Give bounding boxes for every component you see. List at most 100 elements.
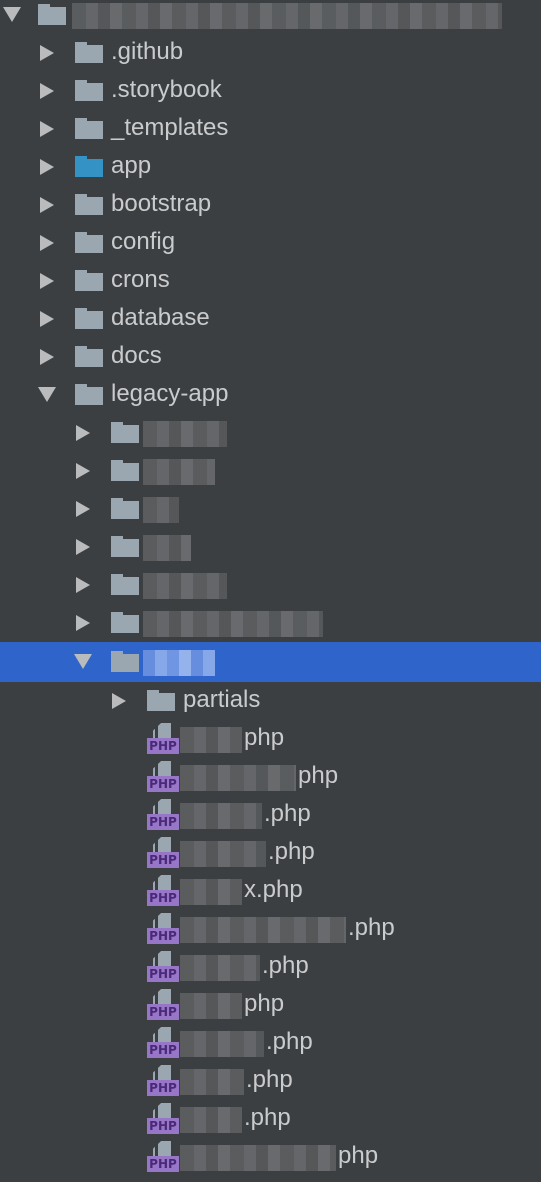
redacted-label	[180, 803, 262, 829]
php-badge: PHP	[147, 966, 179, 982]
php-badge: PHP	[147, 1156, 179, 1172]
tree-item-label: partials	[183, 686, 261, 714]
tree-item-label: .github	[111, 38, 184, 66]
tree-row-partials[interactable]: partials	[0, 682, 541, 720]
chevron-right-icon[interactable]	[40, 121, 54, 137]
redacted-label	[180, 1145, 336, 1171]
chevron-right-icon[interactable]	[40, 273, 54, 289]
tree-item-label: .storybook	[111, 76, 222, 104]
php-file-icon: PHP	[147, 799, 179, 831]
tree-row-legacy-child[interactable]	[0, 604, 541, 642]
tree-item-label: legacy-app	[111, 380, 229, 408]
tree-row-php-file[interactable]: PHP php	[0, 758, 541, 796]
tree-row-php-file[interactable]: PHP php	[0, 1138, 541, 1176]
tree-item-label: crons	[111, 266, 170, 294]
tree-row-php-file[interactable]: PHP .php	[0, 834, 541, 872]
chevron-right-icon[interactable]	[76, 615, 90, 631]
chevron-right-icon[interactable]	[76, 463, 90, 479]
chevron-right-icon[interactable]	[76, 425, 90, 441]
tree-item-label: _templates	[111, 114, 229, 142]
tree-row-php-file[interactable]: PHP .php	[0, 910, 541, 948]
folder-icon	[147, 690, 175, 711]
php-badge: PHP	[147, 776, 179, 792]
chevron-right-icon[interactable]	[40, 311, 54, 327]
redacted-label	[180, 1031, 264, 1057]
folder-icon	[75, 80, 103, 101]
php-file-icon: PHP	[147, 761, 179, 793]
tree-item-label: docs	[111, 342, 162, 370]
tree-row-legacy-child[interactable]	[0, 452, 541, 490]
php-badge: PHP	[147, 890, 179, 906]
folder-icon	[111, 651, 139, 672]
redacted-label	[180, 917, 346, 943]
php-file-icon: PHP	[147, 723, 179, 755]
tree-row-bootstrap[interactable]: bootstrap	[0, 186, 541, 224]
php-file-icon: PHP	[147, 837, 179, 869]
file-extension-label: .php	[262, 952, 309, 980]
file-extension-label: php	[244, 724, 285, 752]
tree-row-php-file[interactable]: PHP .php	[0, 1062, 541, 1100]
tree-row-php-file[interactable]: PHP x.php	[0, 872, 541, 910]
redacted-label	[180, 1069, 244, 1095]
redacted-label	[143, 459, 215, 485]
file-extension-label: php	[244, 990, 285, 1018]
php-badge: PHP	[147, 1042, 179, 1058]
tree-row-templates[interactable]: _templates	[0, 110, 541, 148]
redacted-label	[180, 993, 242, 1019]
folder-icon	[111, 612, 139, 633]
tree-row-php-file[interactable]: PHP .php	[0, 1100, 541, 1138]
tree-row-config[interactable]: config	[0, 224, 541, 262]
tree-row-database[interactable]: database	[0, 300, 541, 338]
php-file-icon: PHP	[147, 1103, 179, 1135]
source-folder-icon	[75, 156, 103, 177]
folder-icon	[111, 498, 139, 519]
tree-row-docs[interactable]: docs	[0, 338, 541, 376]
folder-icon	[75, 194, 103, 215]
tree-row-crons[interactable]: crons	[0, 262, 541, 300]
redacted-label	[143, 535, 191, 561]
chevron-right-icon[interactable]	[76, 539, 90, 555]
tree-row-php-file[interactable]: PHP .php	[0, 948, 541, 986]
tree-row-php-file[interactable]: PHP .php	[0, 796, 541, 834]
chevron-right-icon[interactable]	[76, 577, 90, 593]
file-extension-label: .php	[244, 1104, 291, 1132]
php-badge: PHP	[147, 814, 179, 830]
folder-icon	[111, 574, 139, 595]
tree-row-legacy-child[interactable]	[0, 528, 541, 566]
folder-icon	[38, 4, 66, 25]
php-file-icon: PHP	[147, 1141, 179, 1173]
tree-row-legacy-child[interactable]	[0, 566, 541, 604]
php-badge: PHP	[147, 1004, 179, 1020]
folder-icon	[75, 118, 103, 139]
chevron-down-icon[interactable]	[74, 654, 92, 669]
tree-row-php-file[interactable]: PHP .php	[0, 1024, 541, 1062]
tree-row-legacy-child[interactable]	[0, 490, 541, 528]
tree-item-label: bootstrap	[111, 190, 212, 218]
chevron-down-icon[interactable]	[3, 7, 21, 22]
chevron-right-icon[interactable]	[40, 349, 54, 365]
chevron-right-icon[interactable]	[40, 197, 54, 213]
tree-item-label: config	[111, 228, 176, 256]
tree-row-legacy-child[interactable]	[0, 414, 541, 452]
tree-row-php-file[interactable]: PHP php	[0, 720, 541, 758]
php-badge: PHP	[147, 852, 179, 868]
chevron-right-icon[interactable]	[112, 693, 126, 709]
folder-icon	[111, 536, 139, 557]
tree-row-legacy-app[interactable]: legacy-app	[0, 376, 541, 414]
tree-row-php-file[interactable]: PHP php	[0, 986, 541, 1024]
chevron-right-icon[interactable]	[40, 45, 54, 61]
tree-row-storybook[interactable]: .storybook	[0, 72, 541, 110]
chevron-right-icon[interactable]	[76, 501, 90, 517]
chevron-right-icon[interactable]	[40, 235, 54, 251]
tree-row-app[interactable]: app	[0, 148, 541, 186]
chevron-right-icon[interactable]	[40, 83, 54, 99]
chevron-down-icon[interactable]	[38, 387, 56, 402]
tree-row-root[interactable]	[0, 0, 541, 34]
tree-item-label: database	[111, 304, 210, 332]
tree-row-github[interactable]: .github	[0, 34, 541, 72]
chevron-right-icon[interactable]	[40, 159, 54, 175]
redacted-label	[180, 879, 242, 905]
tree-item-label: app	[111, 152, 152, 180]
php-file-icon: PHP	[147, 875, 179, 907]
tree-row-selected-folder[interactable]	[0, 642, 541, 682]
